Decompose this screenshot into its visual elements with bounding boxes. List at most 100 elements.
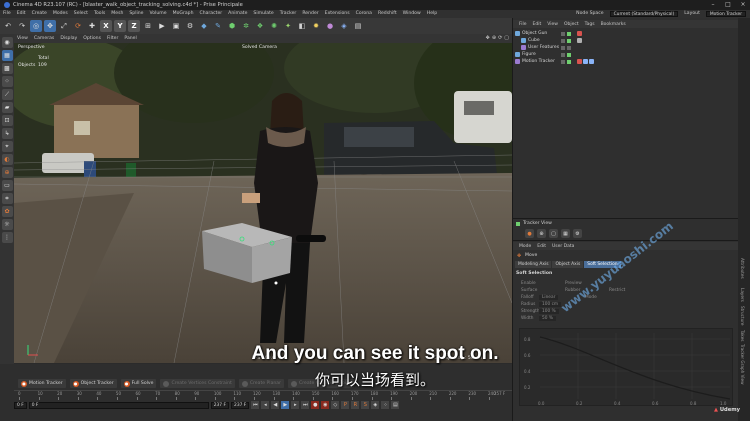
viewport-menu-view[interactable]: View <box>14 36 31 41</box>
grid-icon[interactable]: ⋮ <box>1 232 13 243</box>
polygon-mode-icon[interactable]: ▰ <box>1 102 13 113</box>
start-frame-field[interactable]: 0 F <box>14 401 27 409</box>
tracker-fit-icon[interactable]: ▢ <box>549 229 558 238</box>
record-icon[interactable]: ● <box>311 401 320 409</box>
viewport-menu-filter[interactable]: Filter <box>104 36 121 41</box>
menu-tools[interactable]: Tools <box>91 10 108 18</box>
menu-simulate[interactable]: Simulate <box>250 10 276 18</box>
falloff-value[interactable]: Linear <box>539 295 559 300</box>
attr-menu-edit[interactable]: Edit <box>534 244 549 249</box>
make-editable-icon[interactable]: ◉ <box>1 37 13 48</box>
side-tab-layers[interactable]: Layers <box>740 288 745 302</box>
orbit-icon[interactable]: ⟳ <box>498 35 502 41</box>
layout-dropdown[interactable]: Motion Tracker <box>705 11 746 17</box>
layout-icon[interactable]: ▤ <box>352 20 364 32</box>
menu-file[interactable]: File <box>0 10 14 18</box>
point-level-key-icon[interactable]: ⁘ <box>381 401 390 409</box>
visibility-flags[interactable] <box>561 31 571 36</box>
viewport-menu-options[interactable]: Options <box>80 36 104 41</box>
coordinate-system-icon[interactable]: ⊞ <box>142 20 154 32</box>
y-axis-button[interactable]: Y <box>114 20 126 32</box>
menu-mograph[interactable]: MoGraph <box>170 10 197 18</box>
go-to-end-icon[interactable]: ⏭ <box>301 401 310 409</box>
live-selection-icon[interactable]: ◎ <box>30 20 42 32</box>
scale-tool-icon[interactable]: ⤢ <box>58 20 70 32</box>
falloff-graph[interactable]: 0.8 0.6 0.4 0.2 0.0 0.2 0.4 0.6 0.8 1.0 <box>519 328 733 406</box>
om-menu-tags[interactable]: Tags <box>582 22 598 27</box>
scale-key-icon[interactable]: S <box>361 401 370 409</box>
solo-icon[interactable]: ◐ <box>1 154 13 165</box>
strength-value[interactable]: 100 % <box>539 309 559 314</box>
menu-select[interactable]: Select <box>71 10 91 18</box>
menu-volume[interactable]: Volume <box>147 10 170 18</box>
menu-modes[interactable]: Modes <box>50 10 71 18</box>
keyframe-selection-icon[interactable]: ◇ <box>331 401 340 409</box>
side-tab-takes[interactable]: Takes <box>740 330 745 341</box>
deformer-icon[interactable]: ❖ <box>254 20 266 32</box>
menu-help[interactable]: Help <box>424 10 440 18</box>
minimize-button[interactable]: – <box>706 0 720 10</box>
menu-redshift[interactable]: Redshift <box>375 10 400 18</box>
snap-icon[interactable]: ⊕ <box>1 167 13 178</box>
z-axis-button[interactable]: Z <box>128 20 140 32</box>
position-key-icon[interactable]: P <box>341 401 350 409</box>
x-axis-button[interactable]: X <box>100 20 112 32</box>
visibility-flags[interactable] <box>561 38 571 43</box>
menu-extensions[interactable]: Extensions <box>322 10 353 18</box>
width-value[interactable]: 50 % <box>539 316 556 321</box>
move-tool-icon[interactable]: ✥ <box>44 20 56 32</box>
viewport[interactable]: Perspective Solved Camera Total Objects … <box>14 43 512 363</box>
next-key-icon[interactable]: ▸ <box>291 401 300 409</box>
om-menu-file[interactable]: File <box>516 22 530 27</box>
render-picture-viewer-icon[interactable]: ▣ <box>170 20 182 32</box>
tag-icon[interactable]: ◈ <box>338 20 350 32</box>
min-frame-field[interactable]: 237 F <box>210 401 230 409</box>
point-mode-icon[interactable]: ⁘ <box>1 76 13 87</box>
attr-menu-user-data[interactable]: User Data <box>549 244 577 249</box>
pen-icon[interactable]: ✎ <box>212 20 224 32</box>
object-row-user-features[interactable]: User Features <box>521 44 741 51</box>
om-menu-bookmarks[interactable]: Bookmarks <box>598 22 629 27</box>
menu-edit[interactable]: Edit <box>14 10 29 18</box>
pan-icon[interactable]: ✥ <box>486 35 490 41</box>
menu-render[interactable]: Render <box>299 10 321 18</box>
material-icon[interactable]: ● <box>324 20 336 32</box>
play-backwards-icon[interactable]: ◀ <box>271 401 280 409</box>
redo-icon[interactable]: ↷ <box>16 20 28 32</box>
object-tags[interactable] <box>577 38 582 43</box>
cloner-icon[interactable]: ✲ <box>240 20 252 32</box>
toggle-view-icon[interactable]: ▢ <box>504 35 509 41</box>
viewport-menu-display[interactable]: Display <box>57 36 80 41</box>
visibility-flags[interactable] <box>561 52 571 57</box>
visibility-flags[interactable] <box>561 45 571 50</box>
menu-tracker[interactable]: Tracker <box>277 10 300 18</box>
menu-corona[interactable]: Corona <box>353 10 375 18</box>
object-row-figure[interactable]: Figure <box>515 51 735 58</box>
tracker-settings-icon[interactable]: ⚙ <box>573 229 582 238</box>
menu-create[interactable]: Create <box>29 10 50 18</box>
field-icon[interactable]: ✺ <box>268 20 280 32</box>
timeline-ruler[interactable]: 0 10 20 30 40 50 60 70 80 90 100 110 120 130 140 150 160… <box>14 390 512 400</box>
object-tags[interactable] <box>577 59 594 64</box>
tracker-view-checkbox[interactable] <box>516 222 520 226</box>
tracker-zoom-icon[interactable]: ⊕ <box>537 229 546 238</box>
undo-icon[interactable]: ↶ <box>2 20 14 32</box>
visibility-flags[interactable] <box>561 59 571 64</box>
menu-animate[interactable]: Animate <box>225 10 250 18</box>
render-settings-icon[interactable]: ⚙ <box>184 20 196 32</box>
paint-icon[interactable]: ✿ <box>1 206 13 217</box>
sculpt-icon[interactable]: ☼ <box>1 219 13 230</box>
viewport-menu-panel[interactable]: Panel <box>121 36 139 41</box>
attr-menu-mode[interactable]: Mode <box>516 244 534 249</box>
preview-option[interactable]: Preview <box>565 281 582 286</box>
render-view-icon[interactable]: ▶ <box>156 20 168 32</box>
tab-modeling-axis[interactable]: Modeling Axis <box>515 261 552 268</box>
tab-object-axis[interactable]: Object Axis <box>552 261 584 268</box>
viewport-menu-cameras[interactable]: Cameras <box>31 36 57 41</box>
recent-tools-icon[interactable]: ✚ <box>86 20 98 32</box>
locked-workplane-icon[interactable]: ⌗ <box>1 193 13 204</box>
previous-key-icon[interactable]: ◂ <box>261 401 270 409</box>
edge-mode-icon[interactable]: ⟋ <box>1 89 13 100</box>
camera-icon[interactable]: ◧ <box>296 20 308 32</box>
play-icon[interactable]: ▶ <box>281 401 290 409</box>
